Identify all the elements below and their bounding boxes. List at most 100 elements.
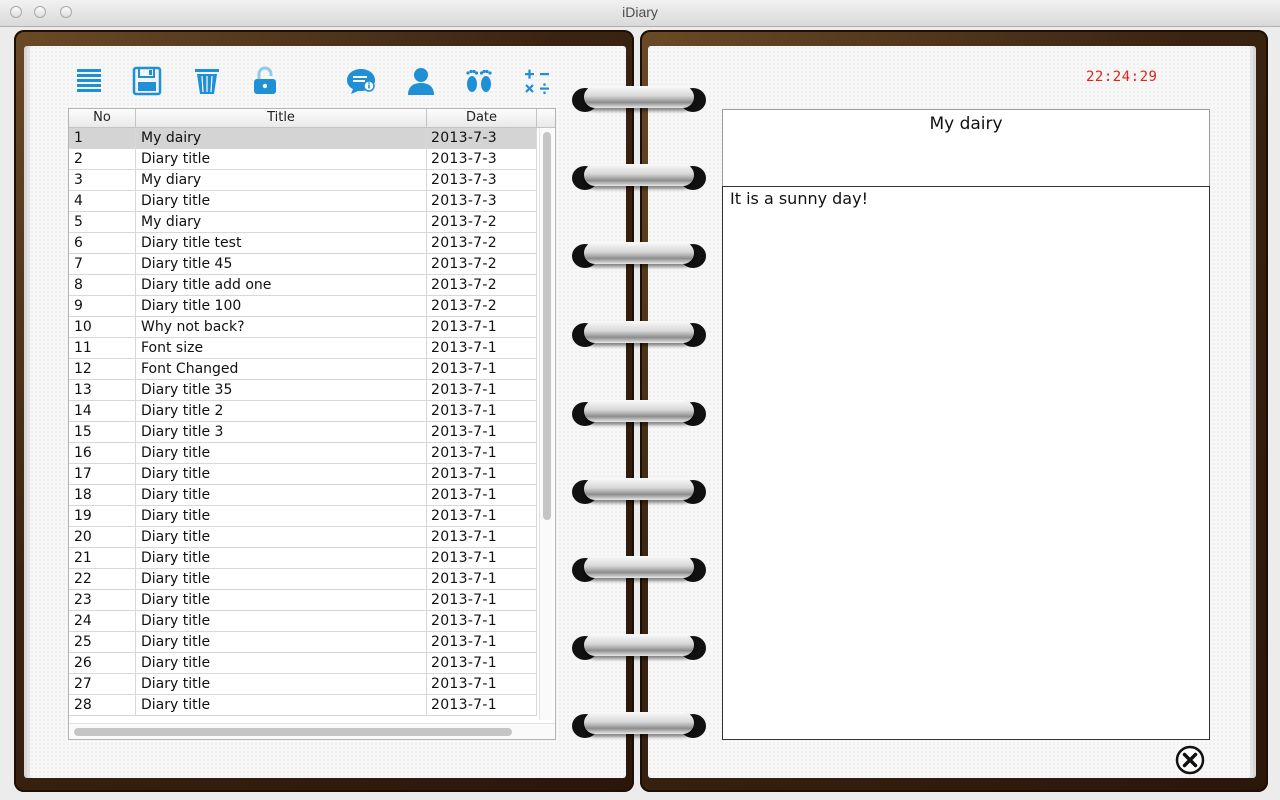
- row-number: 26: [69, 653, 136, 673]
- row-date: 2013-7-1: [427, 443, 537, 463]
- row-date: 2013-7-2: [427, 233, 537, 253]
- table-row[interactable]: 24 Diary title 2013-7-1: [69, 611, 537, 632]
- table-row[interactable]: 28 Diary title 2013-7-1: [69, 695, 537, 716]
- row-number: 21: [69, 548, 136, 568]
- row-number: 15: [69, 422, 136, 442]
- row-date: 2013-7-1: [427, 464, 537, 484]
- row-title: Font size: [136, 338, 427, 358]
- entry-title-field[interactable]: My dairy: [722, 109, 1210, 187]
- table-row[interactable]: 12 Font Changed 2013-7-1: [69, 359, 537, 380]
- calculator-button[interactable]: [520, 64, 554, 98]
- list-icon: [77, 69, 101, 92]
- column-header-date[interactable]: Date: [427, 109, 537, 127]
- table-row[interactable]: 21 Diary title 2013-7-1: [69, 548, 537, 569]
- row-number: 8: [69, 275, 136, 295]
- info-button[interactable]: [344, 64, 378, 98]
- row-date: 2013-7-1: [427, 653, 537, 673]
- row-number: 13: [69, 380, 136, 400]
- table-row[interactable]: 18 Diary title 2013-7-1: [69, 485, 537, 506]
- row-number: 24: [69, 611, 136, 631]
- table-row[interactable]: 6 Diary title test 2013-7-2: [69, 233, 537, 254]
- spiral-ring: [572, 82, 706, 116]
- user-button[interactable]: [404, 64, 438, 98]
- table-row[interactable]: 8 Diary title add one 2013-7-2: [69, 275, 537, 296]
- window-title: iDiary: [622, 4, 658, 20]
- history-button[interactable]: [462, 64, 496, 98]
- table-row[interactable]: 25 Diary title 2013-7-1: [69, 632, 537, 653]
- spiral-ring: [572, 552, 706, 586]
- horizontal-scrollbar[interactable]: [69, 723, 555, 739]
- row-number: 18: [69, 485, 136, 505]
- row-date: 2013-7-2: [427, 296, 537, 316]
- row-title: Diary title: [136, 527, 427, 547]
- row-title: My dairy: [136, 128, 427, 148]
- row-date: 2013-7-3: [427, 149, 537, 169]
- table-row[interactable]: 15 Diary title 3 2013-7-1: [69, 422, 537, 443]
- horizontal-scroll-thumb[interactable]: [74, 728, 512, 736]
- row-date: 2013-7-1: [427, 632, 537, 652]
- table-row[interactable]: 19 Diary title 2013-7-1: [69, 506, 537, 527]
- lock-button[interactable]: [248, 64, 282, 98]
- row-title: Diary title: [136, 569, 427, 589]
- row-date: 2013-7-2: [427, 212, 537, 232]
- table-row[interactable]: 10 Why not back? 2013-7-1: [69, 317, 537, 338]
- trash-icon: [195, 69, 219, 94]
- table-row[interactable]: 23 Diary title 2013-7-1: [69, 590, 537, 611]
- row-date: 2013-7-1: [427, 611, 537, 631]
- row-date: 2013-7-1: [427, 674, 537, 694]
- table-row[interactable]: 16 Diary title 2013-7-1: [69, 443, 537, 464]
- table-row[interactable]: 13 Diary title 35 2013-7-1: [69, 380, 537, 401]
- window-titlebar: iDiary: [0, 0, 1280, 27]
- column-header-title[interactable]: Title: [136, 109, 427, 127]
- table-row[interactable]: 5 My diary 2013-7-2: [69, 212, 537, 233]
- table-row[interactable]: 20 Diary title 2013-7-1: [69, 527, 537, 548]
- row-date: 2013-7-1: [427, 695, 537, 715]
- delete-button[interactable]: [190, 64, 224, 98]
- vertical-scrollbar[interactable]: [539, 128, 554, 720]
- row-date: 2013-7-1: [427, 485, 537, 505]
- row-number: 10: [69, 317, 136, 337]
- table-row[interactable]: 4 Diary title 2013-7-3: [69, 191, 537, 212]
- row-number: 11: [69, 338, 136, 358]
- row-date: 2013-7-1: [427, 548, 537, 568]
- row-date: 2013-7-1: [427, 401, 537, 421]
- row-date: 2013-7-2: [427, 275, 537, 295]
- row-number: 17: [69, 464, 136, 484]
- row-title: Diary title 3: [136, 422, 427, 442]
- row-title: Why not back?: [136, 317, 427, 337]
- row-number: 7: [69, 254, 136, 274]
- table-row[interactable]: 3 My diary 2013-7-3: [69, 170, 537, 191]
- table-row[interactable]: 11 Font size 2013-7-1: [69, 338, 537, 359]
- clock-readout: 22:24:29: [1086, 69, 1158, 85]
- row-number: 22: [69, 569, 136, 589]
- row-number: 27: [69, 674, 136, 694]
- table-row[interactable]: 14 Diary title 2 2013-7-1: [69, 401, 537, 422]
- row-date: 2013-7-1: [427, 569, 537, 589]
- table-row[interactable]: 17 Diary title 2013-7-1: [69, 464, 537, 485]
- row-title: Diary title: [136, 506, 427, 526]
- entry-body-editor[interactable]: It is a sunny day!: [722, 186, 1210, 740]
- table-row[interactable]: 27 Diary title 2013-7-1: [69, 674, 537, 695]
- row-date: 2013-7-1: [427, 506, 537, 526]
- save-button[interactable]: [130, 64, 164, 98]
- close-entry-button[interactable]: [1174, 744, 1206, 776]
- row-date: 2013-7-1: [427, 422, 537, 442]
- row-number: 14: [69, 401, 136, 421]
- table-row[interactable]: 9 Diary title 100 2013-7-2: [69, 296, 537, 317]
- user-icon: [408, 68, 434, 95]
- table-row[interactable]: 22 Diary title 2013-7-1: [69, 569, 537, 590]
- vertical-scroll-thumb[interactable]: [543, 132, 551, 520]
- table-row[interactable]: 26 Diary title 2013-7-1: [69, 653, 537, 674]
- row-date: 2013-7-1: [427, 590, 537, 610]
- table-row[interactable]: 1 My dairy 2013-7-3: [69, 128, 537, 149]
- row-number: 20: [69, 527, 136, 547]
- row-title: Diary title: [136, 590, 427, 610]
- list-button[interactable]: [72, 64, 106, 98]
- row-number: 9: [69, 296, 136, 316]
- table-row[interactable]: 7 Diary title 45 2013-7-2: [69, 254, 537, 275]
- column-header-no[interactable]: No: [69, 109, 136, 127]
- row-title: Diary title 35: [136, 380, 427, 400]
- table-row[interactable]: 2 Diary title 2013-7-3: [69, 149, 537, 170]
- row-number: 16: [69, 443, 136, 463]
- row-number: 2: [69, 149, 136, 169]
